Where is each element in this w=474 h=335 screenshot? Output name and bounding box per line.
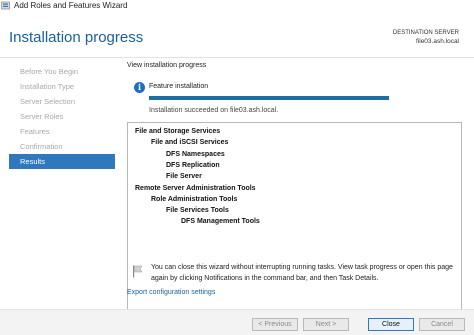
nav-item-server-roles[interactable]: Server Roles [9,109,115,124]
progress-bar-fill [149,96,389,100]
wizard-steps-nav: Before You Begin Installation Type Serve… [9,64,115,169]
result-item: DFS Namespaces [166,150,225,158]
result-item: File Server [166,173,202,181]
view-progress-label: View installation progress [127,62,207,69]
nav-item-confirmation[interactable]: Confirmation [9,139,115,154]
feature-installation-label: Feature installation [149,83,209,90]
cancel-button[interactable]: Cancel [419,318,465,331]
page-title: Installation progress [9,29,144,46]
nav-item-results[interactable]: Results [9,154,115,169]
nav-item-server-selection[interactable]: Server Selection [9,94,115,109]
result-item: Remote Server Administration Tools [135,184,256,192]
nav-item-installation-type[interactable]: Installation Type [9,79,115,94]
nav-item-before-you-begin[interactable]: Before You Begin [9,64,115,79]
next-button[interactable]: Next > [303,318,349,331]
installation-progress-bar [149,96,389,100]
info-icon: i [134,82,145,93]
previous-button[interactable]: < Previous [252,318,298,331]
results-list[interactable]: File and Storage Services File and iSCSI … [127,122,462,314]
destination-server-label: DESTINATION SERVER [392,30,459,36]
title-bar: Add Roles and Features Wizard [0,0,474,12]
wizard-footer: < Previous Next > Close Cancel [0,309,474,335]
server-manager-icon [1,1,10,10]
result-item: File Services Tools [166,207,229,215]
close-wizard-note: You can close this wizard without interr… [151,264,453,282]
window-title: Add Roles and Features Wizard [14,1,128,10]
result-item: File and Storage Services [135,128,221,135]
export-configuration-link[interactable]: Export configuration settings [127,289,215,296]
wizard-header: Installation progress DESTINATION SERVER… [0,12,474,58]
result-item: DFS Management Tools [181,218,260,226]
destination-server-value: file03.ash.local [416,38,459,45]
close-button[interactable]: Close [368,318,414,331]
installation-status-text: Installation succeeded on file03.ash.loc… [149,107,279,114]
result-item: DFS Replication [166,161,220,169]
result-item: File and iSCSI Services [151,139,229,147]
result-item: Role Administration Tools [151,195,238,203]
nav-item-features[interactable]: Features [9,124,115,139]
flag-icon [133,265,143,278]
